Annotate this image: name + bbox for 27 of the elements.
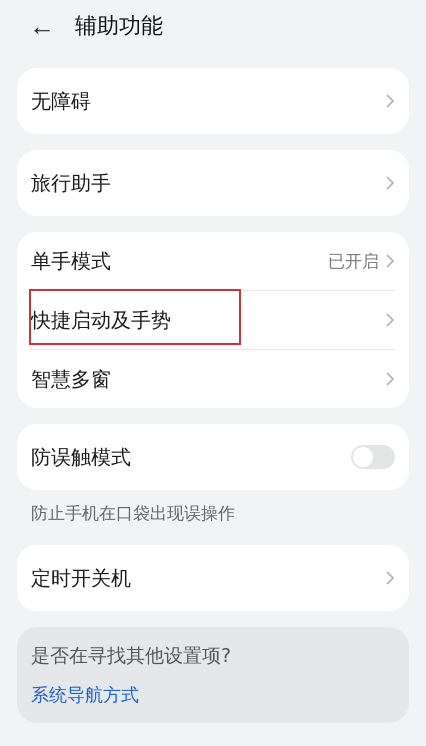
back-button[interactable]: ←: [29, 10, 55, 42]
item-label: 定时开关机: [31, 564, 132, 592]
settings-item[interactable]: 旅行助手: [31, 150, 395, 216]
hint-text: 防止手机在口袋出现误操作: [30, 503, 236, 525]
settings-item[interactable]: 单手模式 已开启: [31, 232, 395, 291]
item-label: 智慧多窗: [31, 366, 112, 392]
chevron-icon: [385, 93, 395, 109]
settings-item[interactable]: 智慧多窗: [31, 350, 395, 408]
item-label: 无障碍: [31, 88, 92, 114]
settings-item[interactable]: 无障碍: [31, 68, 395, 134]
settings-item[interactable]: 快捷启动及手势: [31, 291, 395, 350]
chevron-icon: [385, 371, 395, 387]
chevron-icon: [385, 312, 395, 328]
page-title: 辅助功能: [75, 13, 163, 41]
item-label: 快捷启动及手势: [31, 306, 172, 334]
chevron-icon: [385, 570, 395, 586]
item-label: 防误触模式: [31, 444, 132, 470]
settings-item[interactable]: 定时开关机: [31, 545, 395, 611]
toggle-switch[interactable]: [351, 445, 395, 469]
item-label: 单手模式: [31, 248, 112, 274]
chevron-icon: [385, 175, 395, 191]
item-value: 已开启: [328, 250, 379, 272]
suggestion-question: 是否在寻找其他设置项?: [31, 644, 232, 669]
chevron-icon: [385, 253, 395, 269]
item-label: 旅行助手: [31, 170, 112, 196]
settings-item[interactable]: 防误触模式: [31, 424, 395, 490]
suggestion-link[interactable]: 系统导航方式: [31, 683, 139, 707]
